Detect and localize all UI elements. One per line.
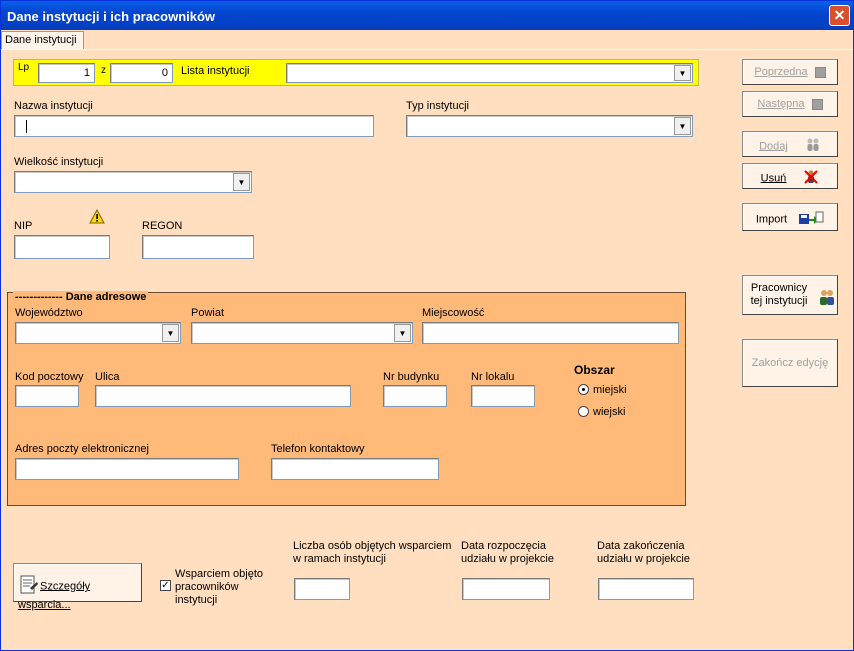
obszar-option-miejski: miejski bbox=[593, 384, 627, 396]
wsparcie-checkbox-label: Wsparciem objęto pracowników instytucji bbox=[175, 568, 264, 606]
nip-input[interactable] bbox=[14, 235, 110, 259]
record-count-field: 0 bbox=[110, 63, 173, 83]
zakoncz-edycje-button[interactable]: Zakończ edycję bbox=[742, 339, 838, 387]
nazwa-input[interactable] bbox=[14, 115, 374, 137]
close-button[interactable]: ✕ bbox=[829, 5, 850, 26]
budynek-input[interactable] bbox=[383, 385, 447, 407]
nazwa-label: Nazwa instytucji bbox=[14, 100, 93, 112]
title-bar: Dane instytucji i ich pracowników ✕ bbox=[1, 1, 853, 30]
telefon-input[interactable] bbox=[271, 458, 439, 480]
obszar-label: Obszar bbox=[574, 363, 615, 377]
obszar-option-wiejski: wiejski bbox=[593, 406, 626, 418]
email-label: Adres poczty elektronicznej bbox=[15, 443, 149, 455]
nastepna-button[interactable]: Następna bbox=[742, 91, 838, 117]
lokal-label: Nr lokalu bbox=[471, 371, 515, 383]
typ-label: Typ instytucji bbox=[406, 100, 469, 112]
budynek-label: Nr budynku bbox=[383, 371, 440, 383]
poprzednia-button[interactable]: Poprzedna bbox=[742, 59, 838, 85]
lokal-input[interactable] bbox=[471, 385, 535, 407]
data-rozpoczecia-input[interactable] bbox=[462, 578, 550, 600]
ulica-label: Ulica bbox=[95, 371, 120, 383]
pracownicy-button[interactable]: Pracownicy tej instytucji bbox=[742, 275, 838, 315]
zakoncz-edycje-label: Zakończ edycję bbox=[751, 357, 829, 369]
powiat-label: Powiat bbox=[191, 307, 225, 319]
email-input[interactable] bbox=[15, 458, 239, 480]
chevron-down-icon[interactable]: ▼ bbox=[674, 117, 691, 135]
kod-label: Kod pocztowy bbox=[15, 371, 84, 383]
import-icon bbox=[798, 210, 824, 229]
z-label: z bbox=[101, 65, 106, 76]
usun-button[interactable]: Usuń bbox=[742, 163, 838, 189]
miejscowosc-label: Miejscowość bbox=[422, 307, 485, 319]
data-zakonczenia-input[interactable] bbox=[598, 578, 694, 600]
delete-person-icon bbox=[803, 169, 819, 188]
window-title: Dane instytucji i ich pracowników bbox=[7, 9, 216, 24]
liczba-label: Liczba osób objętych wsparciem w ramach … bbox=[293, 540, 452, 565]
nastepna-label: Następna bbox=[757, 98, 805, 110]
lista-instytucji-combo[interactable]: ▼ bbox=[286, 63, 693, 83]
chevron-down-icon[interactable]: ▼ bbox=[162, 324, 179, 342]
obszar-radio-wiejski[interactable] bbox=[578, 406, 589, 417]
warning-icon bbox=[89, 208, 105, 227]
poprzednia-label: Poprzedna bbox=[754, 66, 808, 78]
chevron-down-icon[interactable]: ▼ bbox=[394, 324, 411, 342]
nip-label: NIP bbox=[14, 220, 33, 232]
lista-instytucji-label: Lista instytucji bbox=[181, 65, 250, 77]
document-icon bbox=[18, 574, 40, 599]
regon-label: REGON bbox=[142, 220, 183, 232]
kod-input[interactable] bbox=[15, 385, 79, 407]
data-rozpoczecia-label: Data rozpoczęcia udziału w projekcie bbox=[461, 540, 554, 565]
text-cursor bbox=[26, 120, 27, 133]
wielkosc-combo[interactable]: ▼ bbox=[14, 171, 252, 193]
import-button[interactable]: Import bbox=[742, 203, 838, 231]
stop-icon bbox=[811, 98, 823, 110]
import-label: Import bbox=[755, 213, 788, 226]
people-icon bbox=[805, 137, 821, 156]
ulica-input[interactable] bbox=[95, 385, 351, 407]
telefon-label: Telefon kontaktowy bbox=[271, 443, 365, 455]
address-frame-title: ------------- Dane adresowe bbox=[13, 291, 149, 303]
lp-label: Lp bbox=[18, 62, 30, 73]
tab-dane-instytucji[interactable]: Dane instytucji bbox=[1, 31, 84, 50]
typ-combo[interactable]: ▼ bbox=[406, 115, 693, 137]
dodaj-button[interactable]: Dodaj bbox=[742, 131, 838, 157]
wielkosc-label: Wielkość instytucji bbox=[14, 156, 104, 168]
szczegoly-wsparcia-button[interactable]: Szczegóły wsparcia... bbox=[13, 563, 142, 611]
obszar-radio-miejski[interactable] bbox=[578, 384, 589, 395]
stop-icon bbox=[814, 66, 826, 78]
lp-field[interactable]: 1 bbox=[38, 63, 95, 83]
powiat-combo[interactable]: ▼ bbox=[191, 322, 413, 344]
usun-label: Usuń bbox=[760, 172, 787, 185]
tab-divider bbox=[1, 49, 853, 50]
chevron-down-icon[interactable]: ▼ bbox=[674, 65, 691, 81]
chevron-down-icon[interactable]: ▼ bbox=[233, 173, 250, 191]
pracownicy-label: Pracownicy tej instytucji bbox=[750, 282, 808, 307]
wsparcie-checkbox[interactable]: ✓ bbox=[160, 580, 171, 591]
liczba-input[interactable] bbox=[294, 578, 350, 600]
regon-input[interactable] bbox=[142, 235, 254, 259]
address-title-text: Dane adresowe bbox=[65, 291, 147, 303]
dialog-window: Dane instytucji i ich pracowników ✕ Dane… bbox=[0, 0, 854, 651]
wojewodztwo-label: Województwo bbox=[15, 307, 83, 319]
miejscowosc-input[interactable] bbox=[422, 322, 679, 344]
dodaj-label: Dodaj bbox=[759, 140, 788, 153]
workers-icon bbox=[818, 288, 836, 309]
data-zakonczenia-label: Data zakończenia udziału w projekcie bbox=[597, 540, 690, 565]
wojewodztwo-combo[interactable]: ▼ bbox=[15, 322, 181, 344]
